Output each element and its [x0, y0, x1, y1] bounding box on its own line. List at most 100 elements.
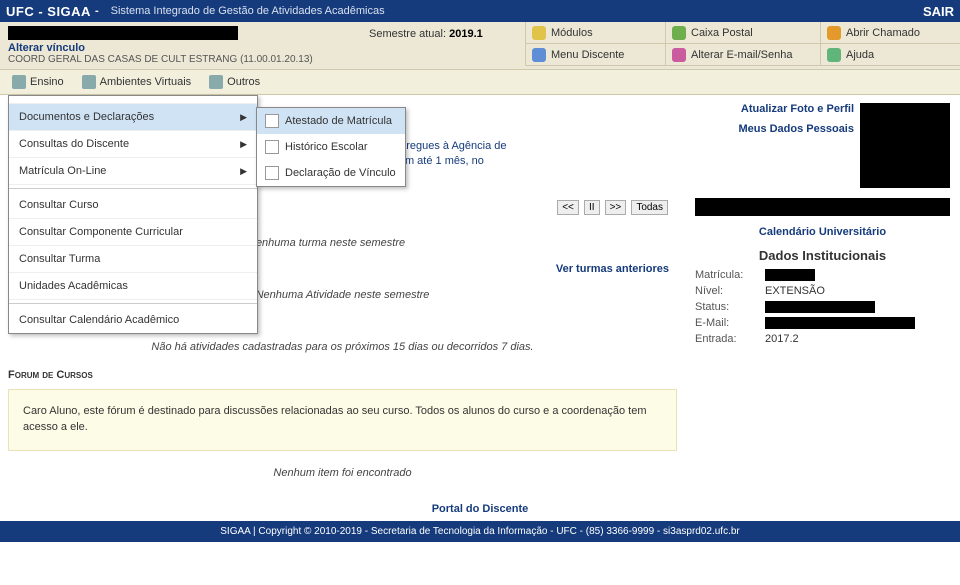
portal-link[interactable]: Portal do Discente: [0, 497, 960, 521]
dropdown-item[interactable]: Consultar Componente Curricular: [9, 219, 257, 246]
dropdown-label: Unidades Acadêmicas: [19, 280, 128, 292]
semestre-label: Semestre atual:: [369, 28, 446, 40]
tool-label: Alterar E-mail/Senha: [691, 49, 793, 61]
dropdown-item[interactable]: Consultar Turma: [9, 246, 257, 273]
meus-dados-link[interactable]: Meus Dados Pessoais: [695, 123, 854, 135]
tool-abrir-chamado[interactable]: Abrir Chamado: [820, 22, 960, 44]
pager-first[interactable]: <<: [557, 200, 579, 215]
tools-grid: Módulos Caixa Postal Abrir Chamado Menu Dis…: [525, 22, 960, 69]
dropdown-item[interactable]: Matrícula On-Line ▶: [9, 158, 257, 185]
tool-icon: [827, 48, 841, 62]
dropdown-item[interactable]: Documentos e Declarações ▶: [9, 104, 257, 131]
tool-label: Módulos: [551, 27, 593, 39]
logout-link[interactable]: SAIR: [923, 4, 954, 19]
menu-icon: [12, 75, 26, 89]
kv-value: EXTENSÃO: [765, 285, 950, 297]
tool-alterar-e-mail-senha[interactable]: Alterar E-mail/Senha: [665, 44, 820, 66]
kv-key: Status:: [695, 301, 765, 313]
user-photo: [860, 103, 950, 188]
kv-key: Entrada:: [695, 333, 765, 345]
dados-grid: Matrícula: Nível:EXTENSÃOStatus: E-Mail: En…: [695, 269, 950, 345]
menu-label: Outros: [227, 76, 260, 88]
dropdown-label: Consultar Curso: [19, 199, 98, 211]
tool-icon: [672, 48, 686, 62]
topbar: UFC - SIGAA - Sistema Integrado de Gestã…: [0, 0, 960, 22]
tool-icon: [532, 48, 546, 62]
documentos-submenu[interactable]: Atestado de Matrícula Histórico Escolar De…: [256, 107, 406, 187]
submenu-label: Atestado de Matrícula: [285, 115, 392, 127]
chevron-right-icon: ▶: [240, 166, 247, 177]
dropdown-label: Matrícula On-Line: [19, 165, 106, 177]
atividades-empty: Não há atividades cadastradas para os pr…: [8, 331, 677, 363]
dropdown-item[interactable]: Consultar Calendário Acadêmico: [9, 307, 257, 333]
dropdown-item[interactable]: Unidades Acadêmicas: [9, 273, 257, 300]
kv-key: Nível:: [695, 285, 765, 297]
pager-next[interactable]: >>: [605, 200, 627, 215]
chevron-right-icon: ▶: [240, 139, 247, 150]
dados-title: Dados Institucionais: [695, 248, 950, 263]
semestre-value: 2019.1: [449, 28, 483, 40]
pager-all[interactable]: Todas: [631, 200, 668, 215]
user-name-redacted: [8, 26, 238, 40]
forum-title: Forum de Cursos: [8, 363, 677, 383]
forum-empty: Nenhum item foi encontrado: [8, 457, 677, 489]
system-name: UFC - SIGAA: [6, 4, 91, 19]
semestre-box: Semestre atual: 2019.1: [365, 22, 525, 69]
menu-ambientes-virtuais[interactable]: Ambientes Virtuais: [78, 73, 196, 91]
ver-turmas-link[interactable]: Ver turmas anteriores: [556, 263, 669, 275]
coord-label: COORD GERAL DAS CASAS DE CULT ESTRANG (1…: [8, 54, 357, 65]
dropdown-label: Consultar Calendário Acadêmico: [19, 314, 179, 326]
calendario-link[interactable]: Calendário Universitário: [759, 226, 886, 238]
pager-pause[interactable]: II: [584, 200, 600, 215]
tool-menu-discente[interactable]: Menu Discente: [525, 44, 665, 66]
dropdown-label: Consultar Componente Curricular: [19, 226, 183, 238]
document-icon: [265, 166, 279, 180]
forum-box: Caro Aluno, este fórum é destinado para …: [8, 389, 677, 451]
tool-label: Ajuda: [846, 49, 874, 61]
info-row: Alterar vínculo COORD GERAL DAS CASAS DE…: [0, 22, 960, 70]
alterar-vinculo-link[interactable]: Alterar vínculo: [8, 42, 85, 54]
tool-m-dulos[interactable]: Módulos: [525, 22, 665, 44]
footer: SIGAA | Copyright © 2010-2019 - Secretar…: [0, 521, 960, 542]
tool-caixa-postal[interactable]: Caixa Postal: [665, 22, 820, 44]
tool-icon: [672, 26, 686, 40]
menu-icon: [209, 75, 223, 89]
dropdown-label: Consultas do Discente: [19, 138, 129, 150]
menu-ensino[interactable]: Ensino: [8, 73, 68, 91]
submenu-label: Histórico Escolar: [285, 141, 368, 153]
tool-icon: [827, 26, 841, 40]
menu-label: Ensino: [30, 76, 64, 88]
ensino-dropdown[interactable]: Documentos e Declarações▶Consultas do Di…: [8, 95, 258, 334]
menubar: Ensino Ambientes Virtuais Outros: [0, 70, 960, 95]
kv-value: [765, 269, 815, 281]
submenu-item[interactable]: Histórico Escolar: [257, 134, 405, 160]
tool-icon: [532, 26, 546, 40]
submenu-label: Declaração de Vínculo: [285, 167, 396, 179]
tool-label: Abrir Chamado: [846, 27, 920, 39]
chevron-right-icon: ▶: [240, 112, 247, 123]
pager: << II >> Todas: [268, 200, 677, 215]
tool-label: Menu Discente: [551, 49, 624, 61]
document-icon: [265, 114, 279, 128]
dropdown-item[interactable]: Consultas do Discente ▶: [9, 131, 257, 158]
dropdown-item[interactable]: Consultar Curso: [9, 192, 257, 219]
document-icon: [265, 140, 279, 154]
menu-label: Ambientes Virtuais: [100, 76, 192, 88]
submenu-item[interactable]: Atestado de Matrícula: [257, 108, 405, 134]
redacted-bar: [695, 198, 950, 216]
main-content: Documentos e Declarações▶Consultas do Di…: [0, 95, 685, 497]
system-desc: Sistema Integrado de Gestão de Atividade…: [111, 5, 385, 17]
tool-ajuda[interactable]: Ajuda: [820, 44, 960, 66]
kv-key: Matrícula:: [695, 269, 765, 281]
kv-key: E-Mail:: [695, 317, 765, 329]
kv-value: [765, 301, 875, 313]
dropdown-label: Consultar Turma: [19, 253, 100, 265]
sidebar: Atualizar Foto e Perfil Meus Dados Pesso…: [685, 95, 960, 497]
menu-icon: [82, 75, 96, 89]
kv-value: [765, 317, 915, 329]
menu-outros[interactable]: Outros: [205, 73, 264, 91]
tool-label: Caixa Postal: [691, 27, 753, 39]
atualizar-foto-link[interactable]: Atualizar Foto e Perfil: [695, 103, 854, 115]
submenu-item[interactable]: Declaração de Vínculo: [257, 160, 405, 186]
dropdown-label: Documentos e Declarações: [19, 111, 154, 123]
